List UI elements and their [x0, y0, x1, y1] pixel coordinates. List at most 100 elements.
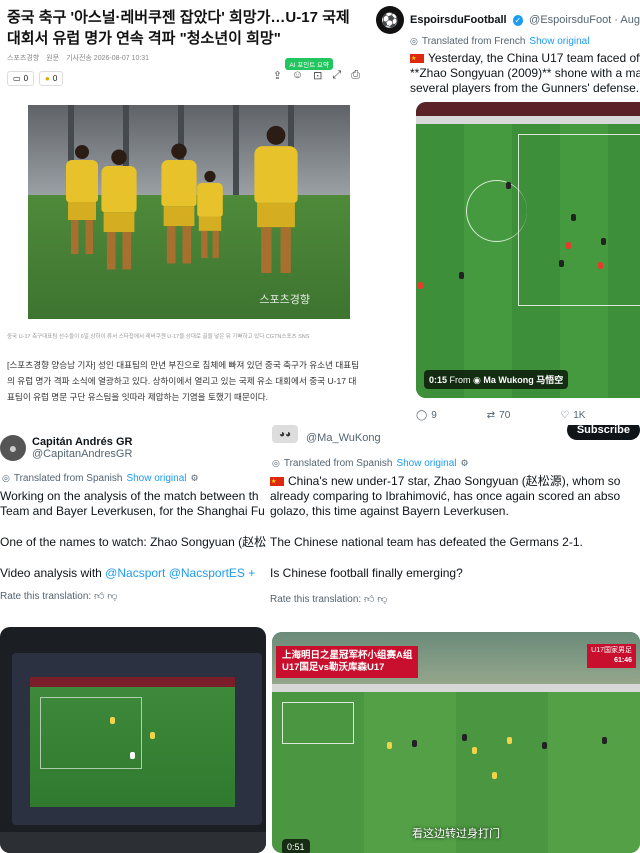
- author-name[interactable]: EspoirsduFootball: [410, 14, 507, 26]
- translation-notice: ◎ Translated from French Show original: [410, 36, 640, 47]
- player-dot: [459, 272, 464, 279]
- player-figure: [101, 149, 137, 270]
- tweet-video[interactable]: 上海明日之星冠军杯小组赛A组 U17国足vs勒沃库森U17 U17国家男足 61…: [272, 632, 640, 853]
- like-count: 1K: [573, 410, 586, 421]
- player-dot: [571, 214, 576, 221]
- ad-board: [30, 677, 235, 687]
- translated-label: Translated from Spanish: [13, 473, 123, 484]
- reply-count: 9: [431, 410, 437, 421]
- thumbs-up-icon[interactable]: 👍︎: [94, 591, 104, 602]
- player-dot: [130, 752, 135, 759]
- globe-icon: ◎: [410, 36, 418, 46]
- ad-board: [416, 102, 640, 116]
- heart-icon: ♡: [560, 410, 570, 421]
- thumbs-down-icon[interactable]: 👎︎: [377, 594, 387, 605]
- author-handle[interactable]: @CapitanAndresGR: [32, 448, 132, 460]
- player-dot: [472, 747, 477, 754]
- scrap-icon[interactable]: ⤢: [332, 69, 341, 82]
- tweet-line: golazo, this time against Bayern Leverku…: [270, 504, 509, 518]
- article-reporter[interactable]: 원문: [46, 53, 59, 63]
- center-arc: [466, 180, 527, 242]
- tweet-line: **Zhao Songyuan (2009)** shone with a ma…: [410, 66, 640, 80]
- thumbs-down-icon[interactable]: 👎︎: [107, 591, 117, 602]
- tweet-mawukong[interactable]: ◕◕ @Ma_WuKong Subscribe ◎ Translated fro…: [270, 425, 640, 853]
- mention-links[interactable]: @Nacsport @NacsportES +: [105, 566, 255, 580]
- thumbs-up-icon[interactable]: 👍︎: [364, 594, 374, 605]
- player-figure: [254, 125, 298, 274]
- avatar[interactable]: ⚽: [376, 6, 404, 34]
- article-toolbar: ▭ 0 ● 0 AI 포인트 요약 ⇪ ☺ ⊡ ⤢ ⎙: [7, 58, 363, 89]
- player-dot: [387, 742, 392, 749]
- like-button[interactable]: ♡ 1K: [560, 410, 585, 421]
- translated-label: Translated from Spanish: [283, 458, 393, 469]
- banner-line: U17国足vs勒沃库森U17: [282, 662, 385, 673]
- gear-icon[interactable]: ⚙: [190, 473, 198, 484]
- player-dot: [602, 737, 607, 744]
- video-source-avatar: ◉: [473, 375, 481, 385]
- player-dot: [418, 282, 423, 289]
- print-icon[interactable]: ⎙: [351, 69, 360, 82]
- avatar[interactable]: ●: [0, 435, 26, 461]
- video-from: From: [449, 375, 471, 385]
- tweet-actions: ◯ 9 ⇄ 70 ♡ 1K: [416, 410, 640, 421]
- tweet-line: already comparing to Ibrahimović, has on…: [270, 489, 621, 503]
- reply-button[interactable]: ◯ 9: [416, 410, 437, 421]
- globe-icon: ◎: [272, 458, 280, 468]
- tweet-line: Is Chinese football finally emerging?: [270, 566, 463, 580]
- player-dot: [507, 737, 512, 744]
- author-name[interactable]: Capitán Andrés GR: [32, 436, 132, 448]
- tweet-espoirs[interactable]: ⚽ EspoirsduFootball ✓ @EspoirsduFoot · A…: [370, 0, 640, 425]
- video-time: 0:51: [282, 839, 310, 853]
- article-date: 기사전송 2026-08-07 10:31: [66, 55, 150, 62]
- article-tools: ⇪ ☺ ⊡ ⤢ ⎙: [273, 69, 360, 82]
- tweet-capitan[interactable]: ● Capitán Andrés GR @CapitanAndresGR ◎ T…: [0, 425, 270, 853]
- rate-translation: Rate this translation: 👍︎ 👎︎: [0, 590, 270, 602]
- tweet-line: Team and Bayer Leverkusen, for the Shang…: [0, 504, 265, 518]
- tweet-header: ● Capitán Andrés GR @CapitanAndresGR: [0, 435, 270, 461]
- rate-translation: Rate this translation: 👍︎ 👎︎: [270, 593, 640, 605]
- show-original-link[interactable]: Show original: [529, 36, 589, 47]
- gear-icon[interactable]: ⚙: [460, 458, 468, 469]
- retweet-button[interactable]: ⇄ 70: [487, 410, 511, 421]
- tweet-video[interactable]: [0, 627, 266, 853]
- tweet-line: Video analysis with @Nacsport @NacsportE…: [0, 566, 270, 581]
- tweet-line: The Chinese national team has defeated t…: [270, 535, 583, 549]
- player-dot: [462, 734, 467, 741]
- like-icon: ●: [45, 73, 50, 83]
- china-flag-icon: [270, 475, 284, 490]
- show-original-link[interactable]: Show original: [396, 458, 456, 469]
- translation-notice: ◎ Translated from Spanish Show original …: [272, 458, 640, 469]
- player-figure: [197, 170, 223, 259]
- goal-box: [282, 702, 354, 744]
- ai-summary-icon[interactable]: ☺: [292, 69, 303, 82]
- video-source[interactable]: Ma Wukong 马悟空: [483, 375, 563, 385]
- score-time: 61:46: [614, 657, 632, 664]
- author-handle[interactable]: @EspoirsduFoot · Aug: [529, 14, 640, 26]
- comment-icon: ▭: [13, 73, 21, 83]
- korean-news-article: 중국 축구 '아스널·레버쿠젠 잡았다' 희망가…U-17 국제대회서 유럽 명…: [0, 0, 370, 425]
- score-label: U17国家男足: [591, 647, 632, 654]
- player-dot: [492, 772, 497, 779]
- analysis-video-pitch: [30, 677, 235, 807]
- rate-label: Rate this translation:: [270, 594, 362, 605]
- subscribe-button[interactable]: Subscribe: [566, 425, 640, 440]
- ad-board-white: [416, 116, 640, 124]
- comment-button[interactable]: ▭ 0: [7, 70, 35, 86]
- avatar[interactable]: ◕◕: [272, 425, 298, 443]
- tweet-line-prefix: Video analysis with: [0, 566, 106, 580]
- article-body: [스포츠경향 양승남 기자] 성인 대표팀의 만년 부진으로 침체에 빠져 있던…: [7, 360, 360, 402]
- like-button[interactable]: ● 0: [39, 70, 64, 86]
- font-size-icon[interactable]: ⊡: [313, 69, 322, 82]
- player-dot: [566, 242, 571, 249]
- share-icon[interactable]: ⇪: [273, 69, 282, 82]
- author-handle[interactable]: @Ma_WuKong: [306, 432, 381, 444]
- scoreboard: U17国家男足 61:46: [587, 644, 636, 668]
- photo-caption: 중국 U-17 축구대표팀 선수들이 6일 상하이 류서 스타잡에서 레버쿠젠 …: [7, 334, 310, 340]
- player-dot: [150, 732, 155, 739]
- tweet-video[interactable]: 0:15 From ◉ Ma Wukong 马悟空: [416, 102, 640, 398]
- player-dot: [542, 742, 547, 749]
- article-source[interactable]: 스포츠경향: [7, 53, 39, 63]
- show-original-link[interactable]: Show original: [126, 473, 186, 484]
- translated-label: Translated from French: [421, 36, 526, 47]
- penalty-box: [518, 134, 640, 306]
